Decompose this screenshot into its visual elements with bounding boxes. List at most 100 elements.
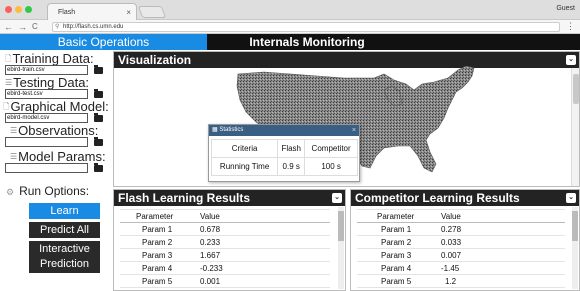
table-row: Param 4 -1.45 [357, 261, 565, 275]
interactive-prediction-line-1: Interactive [39, 243, 90, 255]
table-row: Param 2 0.033 [357, 235, 565, 249]
table-row: Param 5 1.2 [357, 274, 565, 288]
table-cell: 0.9 s [277, 157, 306, 176]
learn-button[interactable]: Learn [29, 203, 100, 219]
model-params-field[interactable] [5, 163, 88, 173]
table-cell: Running Time [210, 157, 279, 176]
address-field[interactable]: ⚲ http://flash.cs.umn.edu [52, 22, 560, 32]
chevron-down-icon[interactable]: ⌄ [566, 55, 576, 65]
table-cell: 0.001 [200, 274, 330, 288]
testing-data-heading: ☰Testing Data: [5, 76, 113, 90]
table-row: Param 1 0.278 [357, 222, 565, 236]
new-tab-button[interactable] [137, 6, 167, 18]
competitor-results-panel: Competitor Learning Results ⌄ Parameter V… [350, 189, 580, 291]
table-header-cell: Value [200, 209, 330, 223]
table-cell: -1.45 [441, 261, 565, 275]
observations-heading: ☰Observations: [10, 124, 118, 138]
table-cell: 1.2 [441, 274, 565, 288]
graphical-model-field[interactable]: ebird-model.csv [5, 113, 88, 123]
flash-results-title: Flash Learning Results [118, 191, 251, 205]
training-data-field[interactable]: ebird-train.csv [5, 65, 88, 75]
chevron-down-icon[interactable]: ⌄ [332, 193, 342, 203]
flash-results-table: Parameter Value Param 1 0.678 Param 2 0.233… [120, 209, 330, 288]
competitor-results-title: Competitor Learning Results [355, 191, 520, 205]
predict-all-button[interactable]: Predict All [29, 222, 100, 238]
graphical-model-label: Graphical Model: [10, 99, 109, 114]
testing-data-field[interactable]: ebird-test.csv [5, 89, 88, 99]
tab-basic-operations[interactable]: Basic Operations [0, 34, 207, 50]
table-cell: 1.667 [200, 248, 330, 262]
table-header-cell: Parameter [120, 209, 200, 223]
statistics-title: Statistics [219, 127, 244, 133]
table-cell: Param 3 [120, 248, 200, 262]
table-cell: 100 s [304, 157, 358, 176]
table-header-cell: Flash [277, 139, 306, 158]
table-cell: Param 5 [357, 274, 441, 288]
list-icon: ☰ [10, 152, 18, 161]
observations-field[interactable] [5, 137, 88, 147]
profile-label[interactable]: Guest [556, 5, 575, 12]
interactive-prediction-button[interactable]: Interactive Prediction [29, 241, 100, 273]
browser-tab[interactable]: Flash × [47, 3, 137, 20]
chevron-down-icon[interactable]: ⌄ [566, 193, 576, 203]
run-options-label: Run Options: [19, 184, 90, 198]
testing-data-label: Testing Data: [13, 75, 90, 90]
table-cell: Param 2 [120, 235, 200, 249]
table-header-cell: Parameter [357, 209, 441, 223]
table-cell: Param 1 [120, 222, 200, 236]
statistics-table: Criteria Flash Competitor Running Time 0… [210, 139, 358, 176]
visualization-scrollbar[interactable] [571, 68, 579, 186]
app-tab-bar: Basic Operations Internals Monitoring [0, 34, 580, 50]
training-data-heading: 🗋Training Data: [5, 52, 113, 66]
gear-icon: ⚙ [6, 187, 15, 197]
back-icon[interactable]: ← [4, 21, 13, 33]
table-header-cell: Value [441, 209, 565, 223]
table-cell: -0.233 [200, 261, 330, 275]
folder-icon[interactable] [94, 65, 103, 74]
flash-results-scrollbar[interactable] [338, 207, 344, 289]
folder-icon[interactable] [94, 113, 103, 122]
competitor-results-table: Parameter Value Param 1 0.278 Param 2 0.033… [357, 209, 565, 288]
table-row: Param 3 1.667 [120, 248, 330, 262]
table-cell: 0.678 [200, 222, 330, 236]
competitor-results-header: Competitor Learning Results ⌄ [351, 190, 579, 206]
table-cell: 0.033 [441, 235, 565, 249]
table-cell: Param 4 [357, 261, 441, 275]
table-header-cell: Criteria [210, 139, 279, 158]
reload-icon[interactable]: C [32, 21, 38, 33]
statistics-dialog: ▦ Statistics × Criteria Flash Competitor… [208, 124, 360, 182]
forward-icon[interactable]: → [18, 21, 27, 33]
competitor-results-scrollbar[interactable] [572, 207, 578, 289]
table-row: Param 5 0.001 [120, 274, 330, 288]
list-icon: ☰ [10, 126, 18, 135]
folder-icon[interactable] [94, 137, 103, 146]
document-icon: 🗋 [3, 102, 10, 111]
statistics-header: ▦ Statistics × [209, 125, 359, 136]
document-icon: 🗋 [5, 54, 12, 63]
search-icon: ⚲ [55, 24, 60, 30]
folder-icon[interactable] [94, 89, 103, 98]
observations-label: Observations: [18, 123, 99, 138]
table-cell: Param 4 [120, 261, 200, 275]
tab-internals-monitoring[interactable]: Internals Monitoring [207, 34, 407, 50]
table-cell: 0.278 [441, 222, 565, 236]
close-window-icon[interactable] [5, 6, 12, 13]
maximize-window-icon[interactable] [25, 6, 32, 13]
url-bar: ← → C ⚲ http://flash.cs.umn.edu ⋮ [0, 20, 580, 34]
table-row: Param 3 0.007 [357, 248, 565, 262]
table-row: Param 1 0.678 [120, 222, 330, 236]
tab-close-icon[interactable]: × [126, 8, 131, 17]
address-text: http://flash.cs.umn.edu [63, 24, 124, 30]
folder-icon[interactable] [94, 163, 103, 172]
close-icon[interactable]: × [352, 125, 356, 136]
table-row: Param 4 -0.233 [120, 261, 330, 275]
table-cell: 0.007 [441, 248, 565, 262]
table-cell: 0.233 [200, 235, 330, 249]
minimize-window-icon[interactable] [15, 6, 22, 13]
model-params-heading: ☰Model Params: [10, 150, 118, 164]
browser-menu-icon[interactable]: ⋮ [566, 21, 575, 32]
training-data-label: Training Data: [12, 51, 94, 66]
table-row: Param 2 0.233 [120, 235, 330, 249]
table-cell: Param 2 [357, 235, 441, 249]
graphical-model-heading: 🗋Graphical Model: [3, 100, 111, 114]
